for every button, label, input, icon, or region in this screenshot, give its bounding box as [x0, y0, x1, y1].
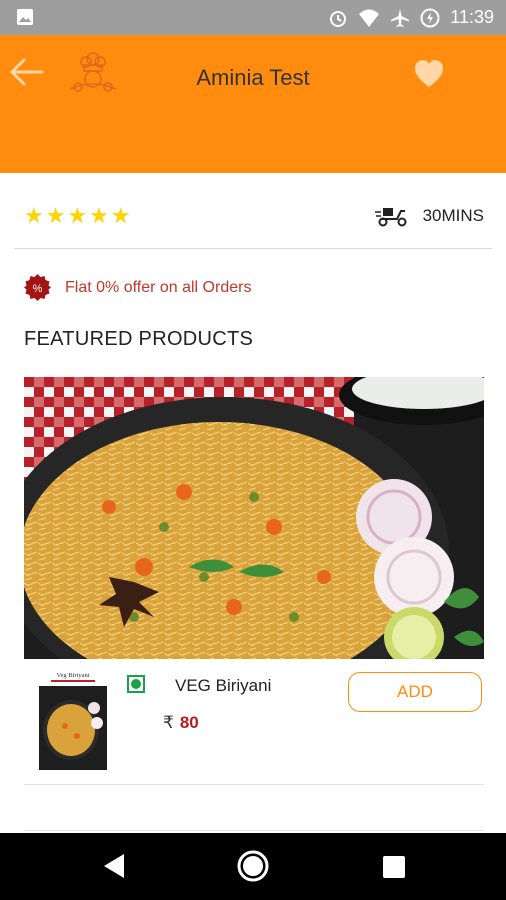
- add-to-cart-button[interactable]: ADD: [348, 672, 482, 712]
- nav-recents-icon[interactable]: [382, 855, 406, 879]
- featured-product-image[interactable]: [24, 377, 484, 659]
- heart-icon[interactable]: [413, 59, 445, 89]
- status-bar: 11:39: [0, 0, 506, 35]
- product-thumbnail[interactable]: Veg Biriyani: [39, 668, 107, 770]
- image-icon: [17, 9, 33, 25]
- discount-badge-text: %: [33, 283, 43, 295]
- airplane-icon: [391, 8, 410, 27]
- thumbnail-caption: Veg Biriyani: [56, 672, 89, 679]
- delivery-scooter-icon: [374, 208, 407, 227]
- featured-products-title: FEATURED PRODUCTS: [24, 328, 254, 350]
- product-name: VEG Biriyani: [175, 676, 272, 695]
- divider: [14, 248, 492, 249]
- veg-indicator-icon: [127, 675, 145, 693]
- discount-badge-icon: %: [24, 274, 51, 301]
- rating-row: ★★★★★ 30MINS: [24, 203, 484, 233]
- price-value: 80: [179, 713, 199, 732]
- rating-stars: ★★★★★: [24, 203, 133, 228]
- navigation-bar: [0, 833, 506, 900]
- nav-home-icon[interactable]: [236, 849, 270, 883]
- nav-back-icon[interactable]: [102, 853, 126, 879]
- alarm-icon: [330, 10, 347, 27]
- status-right: 11:39: [328, 0, 494, 35]
- battery-charging-icon: [420, 8, 440, 27]
- divider: [24, 830, 484, 831]
- product-price: ₹80: [163, 713, 199, 733]
- delivery-time-label: 30MINS: [422, 206, 484, 225]
- delivery-time: 30MINS: [374, 205, 484, 227]
- currency-symbol: ₹: [163, 713, 174, 732]
- app-bar: Aminia Test: [0, 35, 506, 173]
- offer-banner: % Flat 0% offer on all Orders: [24, 274, 251, 301]
- wifi-icon: [359, 9, 380, 27]
- product-thumbnail-image: Veg Biriyani: [39, 668, 107, 770]
- divider: [24, 784, 484, 785]
- status-time: 11:39: [450, 7, 494, 27]
- offer-text: Flat 0% offer on all Orders: [65, 278, 252, 296]
